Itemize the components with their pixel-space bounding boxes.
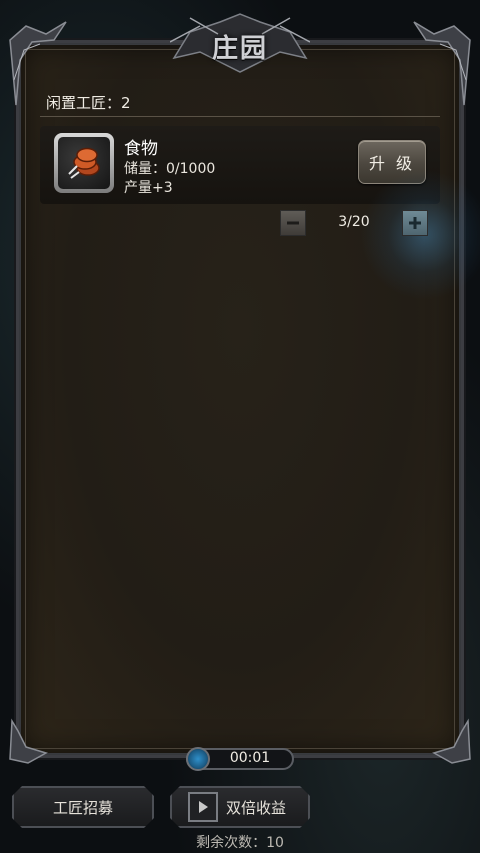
plus-icon [409,217,421,229]
workers-count: 3/20 [338,214,370,230]
increase-workers-button[interactable] [402,210,428,236]
remaining-count: 剩余次数：10 [196,835,284,851]
resource-row: 食物 储量：0/1000 产量+3 升 级 [40,126,440,204]
resource-name: 食物 [124,139,158,159]
decrease-workers-button[interactable] [280,210,306,236]
upgrade-button[interactable]: 升 级 [358,140,426,184]
divider [40,116,440,117]
resource-output: 产量+3 [124,180,173,196]
minus-icon [287,221,299,225]
play-icon [188,792,218,822]
resource-storage: 储量：0/1000 [124,161,216,177]
recruit-button[interactable]: 工匠招募 [12,786,154,828]
clock-icon [186,747,210,771]
food-icon [68,147,100,179]
idle-craftsmen-label: 闲置工匠：2 [46,94,131,112]
timer-value: 00:01 [229,750,271,766]
resource-icon-frame [54,133,114,193]
recruit-button-label: 工匠招募 [52,798,113,817]
double-income-button[interactable]: 双倍收益 [170,786,310,828]
page-title: 庄园 [211,34,268,64]
double-income-label: 双倍收益 [226,798,287,817]
